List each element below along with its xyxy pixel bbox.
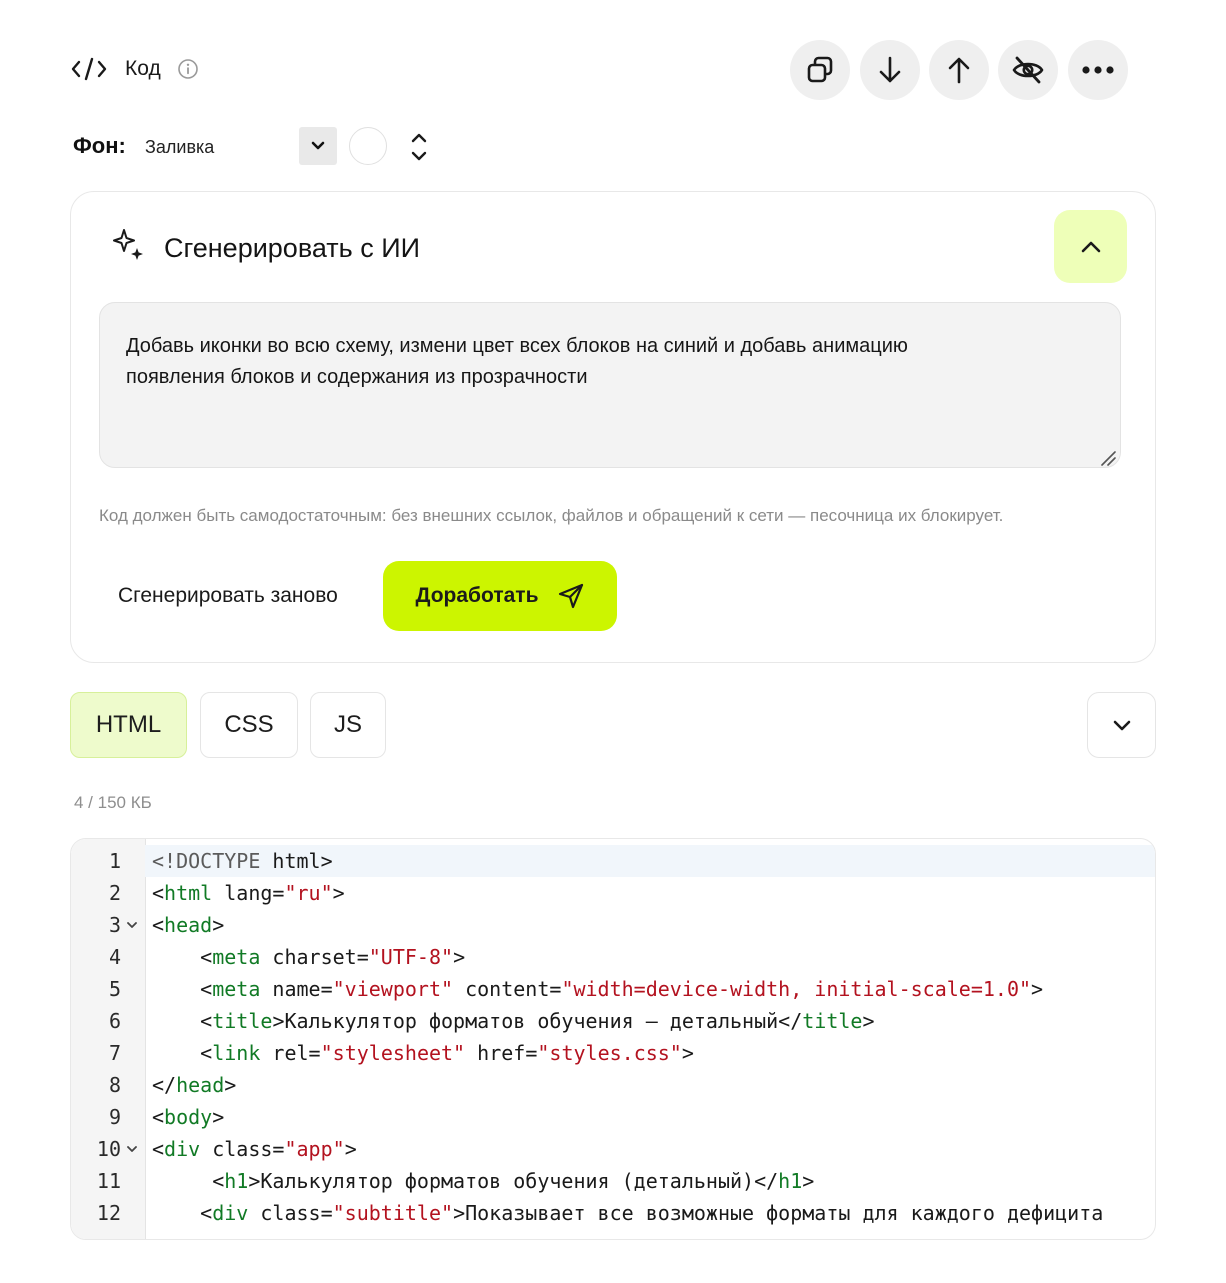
code-line: 4 <meta charset="UTF-8"> (71, 941, 1155, 973)
line-number: 6 (108, 1009, 121, 1033)
section-title: Код (125, 57, 161, 80)
code-text: <!DOCTYPE html> (152, 849, 333, 873)
fold-chevron-icon[interactable] (126, 920, 138, 930)
code-text: <head> (152, 913, 225, 937)
code-text: <html lang="ru"> (152, 881, 345, 905)
prompt-textarea[interactable]: Добавь иконки во всю схему, измени цвет … (99, 302, 1121, 468)
code-line: 8 </head> (71, 1069, 1155, 1101)
tab-css[interactable]: CSS (200, 692, 298, 758)
stepper-icon[interactable] (405, 130, 433, 164)
send-icon (558, 583, 583, 609)
code-icon (71, 57, 107, 81)
resize-handle-icon[interactable] (1100, 450, 1116, 466)
move-up-button[interactable] (929, 40, 989, 100)
refine-button[interactable]: Доработать (383, 561, 617, 631)
line-number: 10 (96, 1137, 121, 1161)
tab-js[interactable]: JS (310, 692, 386, 758)
editor-options-dropdown[interactable] (1087, 692, 1156, 758)
tab-html[interactable]: HTML (70, 692, 187, 758)
line-number: 2 (108, 881, 121, 905)
line-number: 12 (96, 1201, 121, 1225)
prompt-line: появления блоков и содержания из прозрач… (126, 366, 588, 388)
code-lines: 1 <!DOCTYPE html> 2 <html lang="ru"> 3 <… (71, 845, 1155, 1229)
regenerate-button[interactable]: Сгенерировать заново (118, 582, 338, 610)
code-line: 2 <html lang="ru"> (71, 877, 1155, 909)
code-text: <div class="subtitle">Показывает все воз… (152, 1201, 1104, 1225)
chevron-down-icon (311, 141, 325, 150)
code-editor[interactable]: 1 <!DOCTYPE html> 2 <html lang="ru"> 3 <… (70, 838, 1156, 1240)
copy-button[interactable] (790, 40, 850, 100)
line-number: 3 (108, 913, 121, 937)
code-line: 3 <head> (71, 909, 1155, 941)
line-number: 11 (96, 1169, 121, 1193)
color-swatch[interactable] (349, 127, 387, 165)
code-line: 1 <!DOCTYPE html> (71, 845, 1155, 877)
copy-icon (807, 56, 833, 83)
hide-button[interactable] (998, 40, 1058, 100)
prompt-line: Добавь иконки во всю схему, измени цвет … (126, 335, 908, 357)
more-icon (1082, 66, 1114, 74)
line-number: 7 (108, 1041, 121, 1065)
line-number: 5 (108, 977, 121, 1001)
line-number: 8 (108, 1073, 121, 1097)
refine-label: Доработать (415, 584, 539, 607)
info-icon[interactable] (177, 58, 199, 80)
code-size-indicator: 4 / 150 КБ (74, 793, 152, 812)
code-text: </head> (152, 1073, 237, 1097)
ai-section-title: Сгенерировать с ИИ (164, 233, 421, 263)
code-line: 10 <div class="app"> (71, 1133, 1155, 1165)
line-number: 4 (108, 945, 121, 969)
background-label: Фон: (73, 133, 126, 158)
eye-off-icon (1012, 56, 1044, 84)
sparkle-icon (113, 229, 143, 260)
fill-type-select[interactable] (299, 127, 337, 165)
code-line: 9 <body> (71, 1101, 1155, 1133)
chevron-down-icon (1113, 720, 1130, 731)
line-number: 1 (108, 849, 121, 873)
more-button[interactable] (1068, 40, 1128, 100)
code-text: <link rel="stylesheet" href="styles.css"… (152, 1041, 694, 1065)
sandbox-note: Код должен быть самодостаточным: без вне… (99, 506, 1004, 525)
chevron-up-icon (1081, 241, 1100, 252)
code-text: <meta charset="UTF-8"> (152, 945, 466, 969)
code-text: <h1>Калькулятор форматов обучения (детал… (152, 1169, 815, 1193)
code-line: 5 <meta name="viewport" content="width=d… (71, 973, 1155, 1005)
arrow-down-icon (879, 56, 901, 83)
code-text: <div class="app"> (152, 1137, 357, 1161)
code-line: 12 <div class="subtitle">Показывает все … (71, 1197, 1155, 1229)
arrow-up-icon (948, 57, 970, 84)
code-text: <meta name="viewport" content="width=dev… (152, 977, 1044, 1001)
fill-type-value[interactable]: Заливка (145, 135, 214, 159)
fold-chevron-icon[interactable] (126, 1144, 138, 1154)
code-line: 7 <link rel="stylesheet" href="styles.cs… (71, 1037, 1155, 1069)
move-down-button[interactable] (860, 40, 920, 100)
line-number: 9 (108, 1105, 121, 1129)
collapse-button[interactable] (1054, 210, 1127, 283)
code-line: 11 <h1>Калькулятор форматов обучения (де… (71, 1165, 1155, 1197)
code-line: 6 <title>Калькулятор форматов обучения —… (71, 1005, 1155, 1037)
code-text: <title>Калькулятор форматов обучения — д… (152, 1009, 875, 1033)
code-text: <body> (152, 1105, 225, 1129)
